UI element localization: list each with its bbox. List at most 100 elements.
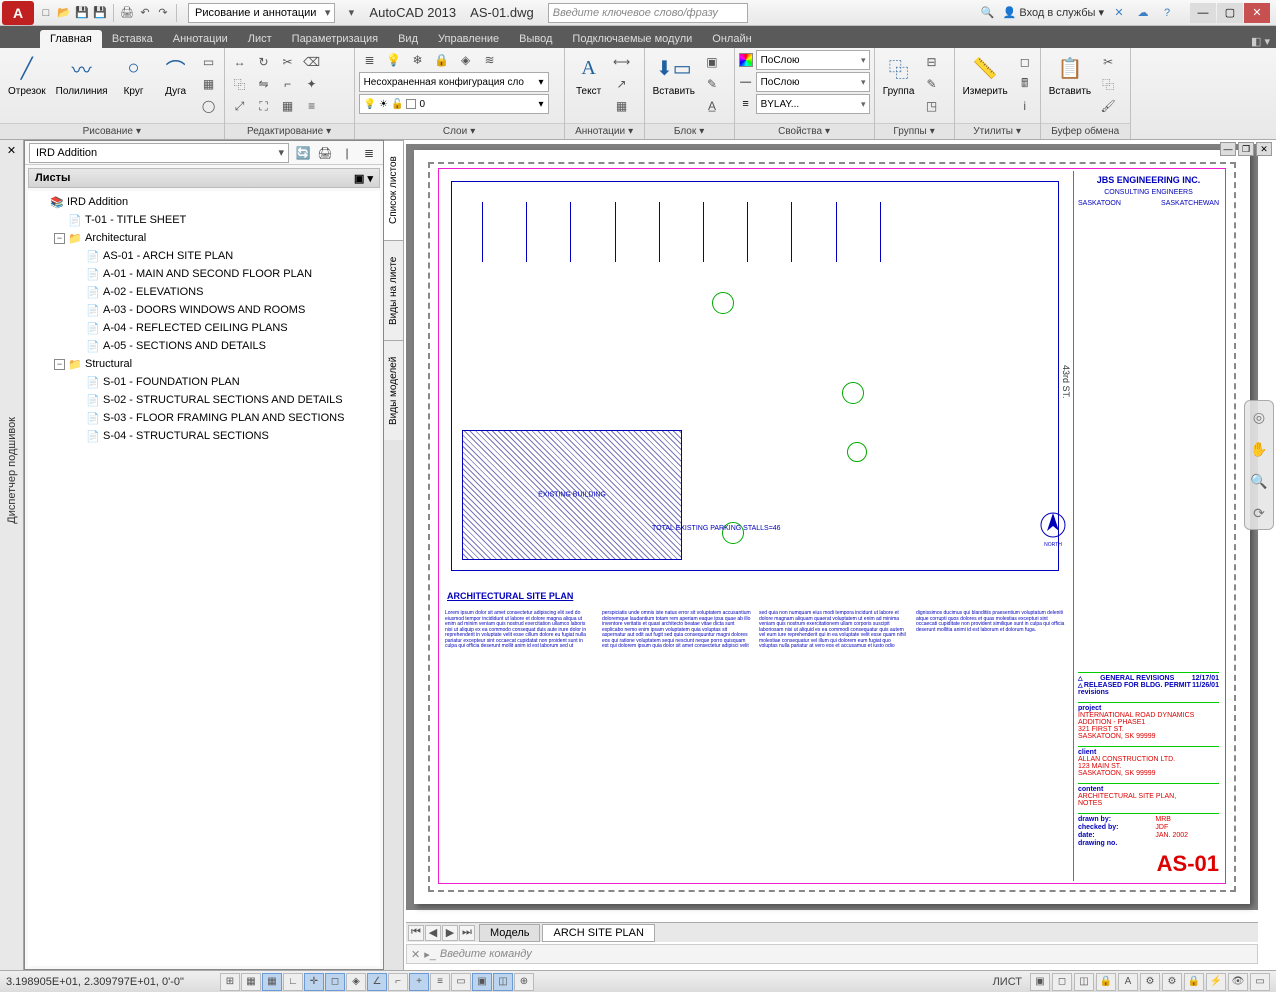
lwt-icon[interactable]: ≡ [430,973,450,991]
anno-scale-icon[interactable]: 🔒 [1096,973,1116,991]
erase-icon[interactable]: ⌫ [301,52,323,72]
tree-row[interactable]: 📄A-04 - REFLECTED CEILING PLANS [32,319,376,337]
ungroup-icon[interactable]: ⊟ [921,52,943,72]
ssm-titlebar[interactable]: ✕ Диспетчер подшивок [0,140,24,970]
explode-icon[interactable]: ✦ [301,74,323,94]
command-close-icon[interactable]: ✕ [411,948,420,961]
snap-icon[interactable]: ▦ [241,973,261,991]
steering-wheel-icon[interactable]: ◎ [1253,409,1265,426]
rectangle-icon[interactable]: ▭ [198,52,220,72]
tab-view[interactable]: Вид [388,30,428,48]
ssm-refresh-icon[interactable]: 🔄 [293,143,313,163]
command-line[interactable]: ✕ ▸_ Введите команду [406,944,1258,964]
plot-icon[interactable]: 🖨 [119,5,135,21]
layer-off-icon[interactable]: 💡 [383,50,405,70]
panel-properties-label[interactable]: Свойства ▾ [735,123,874,139]
ellipse-icon[interactable]: ◯ [198,96,220,116]
exchange-icon[interactable]: ✕ [1110,4,1128,22]
group-edit-icon[interactable]: ✎ [921,74,943,94]
mirror-icon[interactable]: ⇋ [253,74,275,94]
id-icon[interactable]: i [1014,96,1036,116]
attr-icon[interactable]: A̲ [701,96,723,116]
expander-icon[interactable]: − [54,233,65,244]
trim-icon[interactable]: ✂ [277,52,299,72]
redo-icon[interactable]: ↷ [155,5,171,21]
panel-clipboard-label[interactable]: Буфер обмена [1041,123,1130,139]
ducs-icon[interactable]: ⌐ [388,973,408,991]
tree-row[interactable]: 📄S-04 - STRUCTURAL SECTIONS [32,427,376,445]
current-layer-dropdown[interactable]: 💡☀🔓 0 ▾ [359,94,549,114]
quickview-drawings-icon[interactable]: ◫ [1074,973,1094,991]
minimize-button[interactable]: — [1190,3,1216,23]
tab-layout[interactable]: Лист [238,30,282,48]
tab-last-icon[interactable]: ⏭ [459,925,475,941]
tree-row[interactable]: 📄T-01 - TITLE SHEET [32,211,376,229]
tab-home[interactable]: Главная [40,30,102,48]
tree-row[interactable]: 📄S-03 - FLOOR FRAMING PLAN AND SECTIONS [32,409,376,427]
layout-tab-arch-site-plan[interactable]: ARCH SITE PLAN [542,924,654,942]
toolbar-lock-icon[interactable]: 🔒 [1184,973,1204,991]
dimension-icon[interactable]: ⟷ [611,52,633,72]
paste-button[interactable]: 📋Вставить [1045,50,1095,99]
insert-block-button[interactable]: ⬇▭Вставить [649,50,699,99]
polyline-button[interactable]: 〰Полилиния [52,50,112,99]
app-logo[interactable]: A [2,1,34,25]
undo-icon[interactable]: ↶ [137,5,153,21]
signin-link[interactable]: 👤 Вход в службы ▾ [1003,6,1104,19]
rotate-icon[interactable]: ↻ [253,52,275,72]
layout-tab-model[interactable]: Модель [479,924,540,942]
copy-icon[interactable]: ⿻ [229,74,251,94]
create-block-icon[interactable]: ▣ [701,52,723,72]
quickview-layouts-icon[interactable]: ◻ [1052,973,1072,991]
line-button[interactable]: ╱Отрезок [4,50,50,99]
arc-button[interactable]: ⌒Дуга [156,50,196,99]
tab-first-icon[interactable]: ⏮ [408,925,424,941]
tab-output[interactable]: Вывод [509,30,562,48]
panel-groups-label[interactable]: Группы ▾ [875,123,954,139]
saveas-icon[interactable]: 💾 [92,5,108,21]
group-select-icon[interactable]: ◳ [921,96,943,116]
ssm-section-collapse-icon[interactable]: ▣ ▾ [354,172,373,185]
array-icon[interactable]: ▦ [277,96,299,116]
copy-clip-icon[interactable]: ⿻ [1097,74,1119,94]
layer-properties-icon[interactable]: ≣ [359,50,381,70]
open-icon[interactable]: 📂 [56,5,72,21]
orbit-icon[interactable]: ⟳ [1253,505,1265,522]
side-tab-modelviews[interactable]: Виды моделей [384,340,403,440]
panel-modify-label[interactable]: Редактирование ▾ [225,123,354,139]
quickcalc-icon[interactable]: 🖩 [1014,74,1036,94]
hardware-accel-icon[interactable]: ⚡ [1206,973,1226,991]
grid-icon[interactable]: ▦ [262,973,282,991]
anno-auto-icon[interactable]: ⚙ [1140,973,1160,991]
cloud-icon[interactable]: ☁ [1134,4,1152,22]
table-icon[interactable]: ▦ [611,96,633,116]
tab-prev-icon[interactable]: ◀ [425,925,441,941]
tab-insert[interactable]: Вставка [102,30,163,48]
qat-more-icon[interactable]: ▾ [343,5,359,21]
tree-row[interactable]: 📄S-01 - FOUNDATION PLAN [32,373,376,391]
tree-row[interactable]: 📄A-02 - ELEVATIONS [32,283,376,301]
3dosnap-icon[interactable]: ◈ [346,973,366,991]
am-icon[interactable]: ⊕ [514,973,534,991]
side-tab-sheetviews[interactable]: Виды на листе [384,240,403,340]
pan-icon[interactable]: ✋ [1250,441,1267,458]
leader-icon[interactable]: ↗ [611,74,633,94]
tree-row[interactable]: −📁Structural [32,355,376,373]
infer-icon[interactable]: ⊞ [220,973,240,991]
layer-iso-icon[interactable]: ◈ [455,50,477,70]
group-button[interactable]: ⿻Группа [879,50,919,99]
tab-plugins[interactable]: Подключаемые модули [562,30,702,48]
lineweight-dropdown[interactable]: BYLAY... [756,94,870,114]
stretch-icon[interactable]: ⤢ [229,96,251,116]
tree-row[interactable]: −📁Architectural [32,229,376,247]
tab-annotate[interactable]: Аннотации [163,30,238,48]
panel-draw-label[interactable]: Рисование ▾ [0,123,224,139]
linetype-dropdown[interactable]: ПоСлою [756,72,870,92]
layer-freeze-icon[interactable]: ❄ [407,50,429,70]
layer-lock-icon[interactable]: 🔒 [431,50,453,70]
doc-restore[interactable]: ❐ [1238,142,1254,156]
tree-row[interactable]: 📄A-05 - SECTIONS AND DETAILS [32,337,376,355]
doc-close[interactable]: ✕ [1256,142,1272,156]
layer-match-icon[interactable]: ≋ [479,50,501,70]
help-icon[interactable]: ? [1158,4,1176,22]
